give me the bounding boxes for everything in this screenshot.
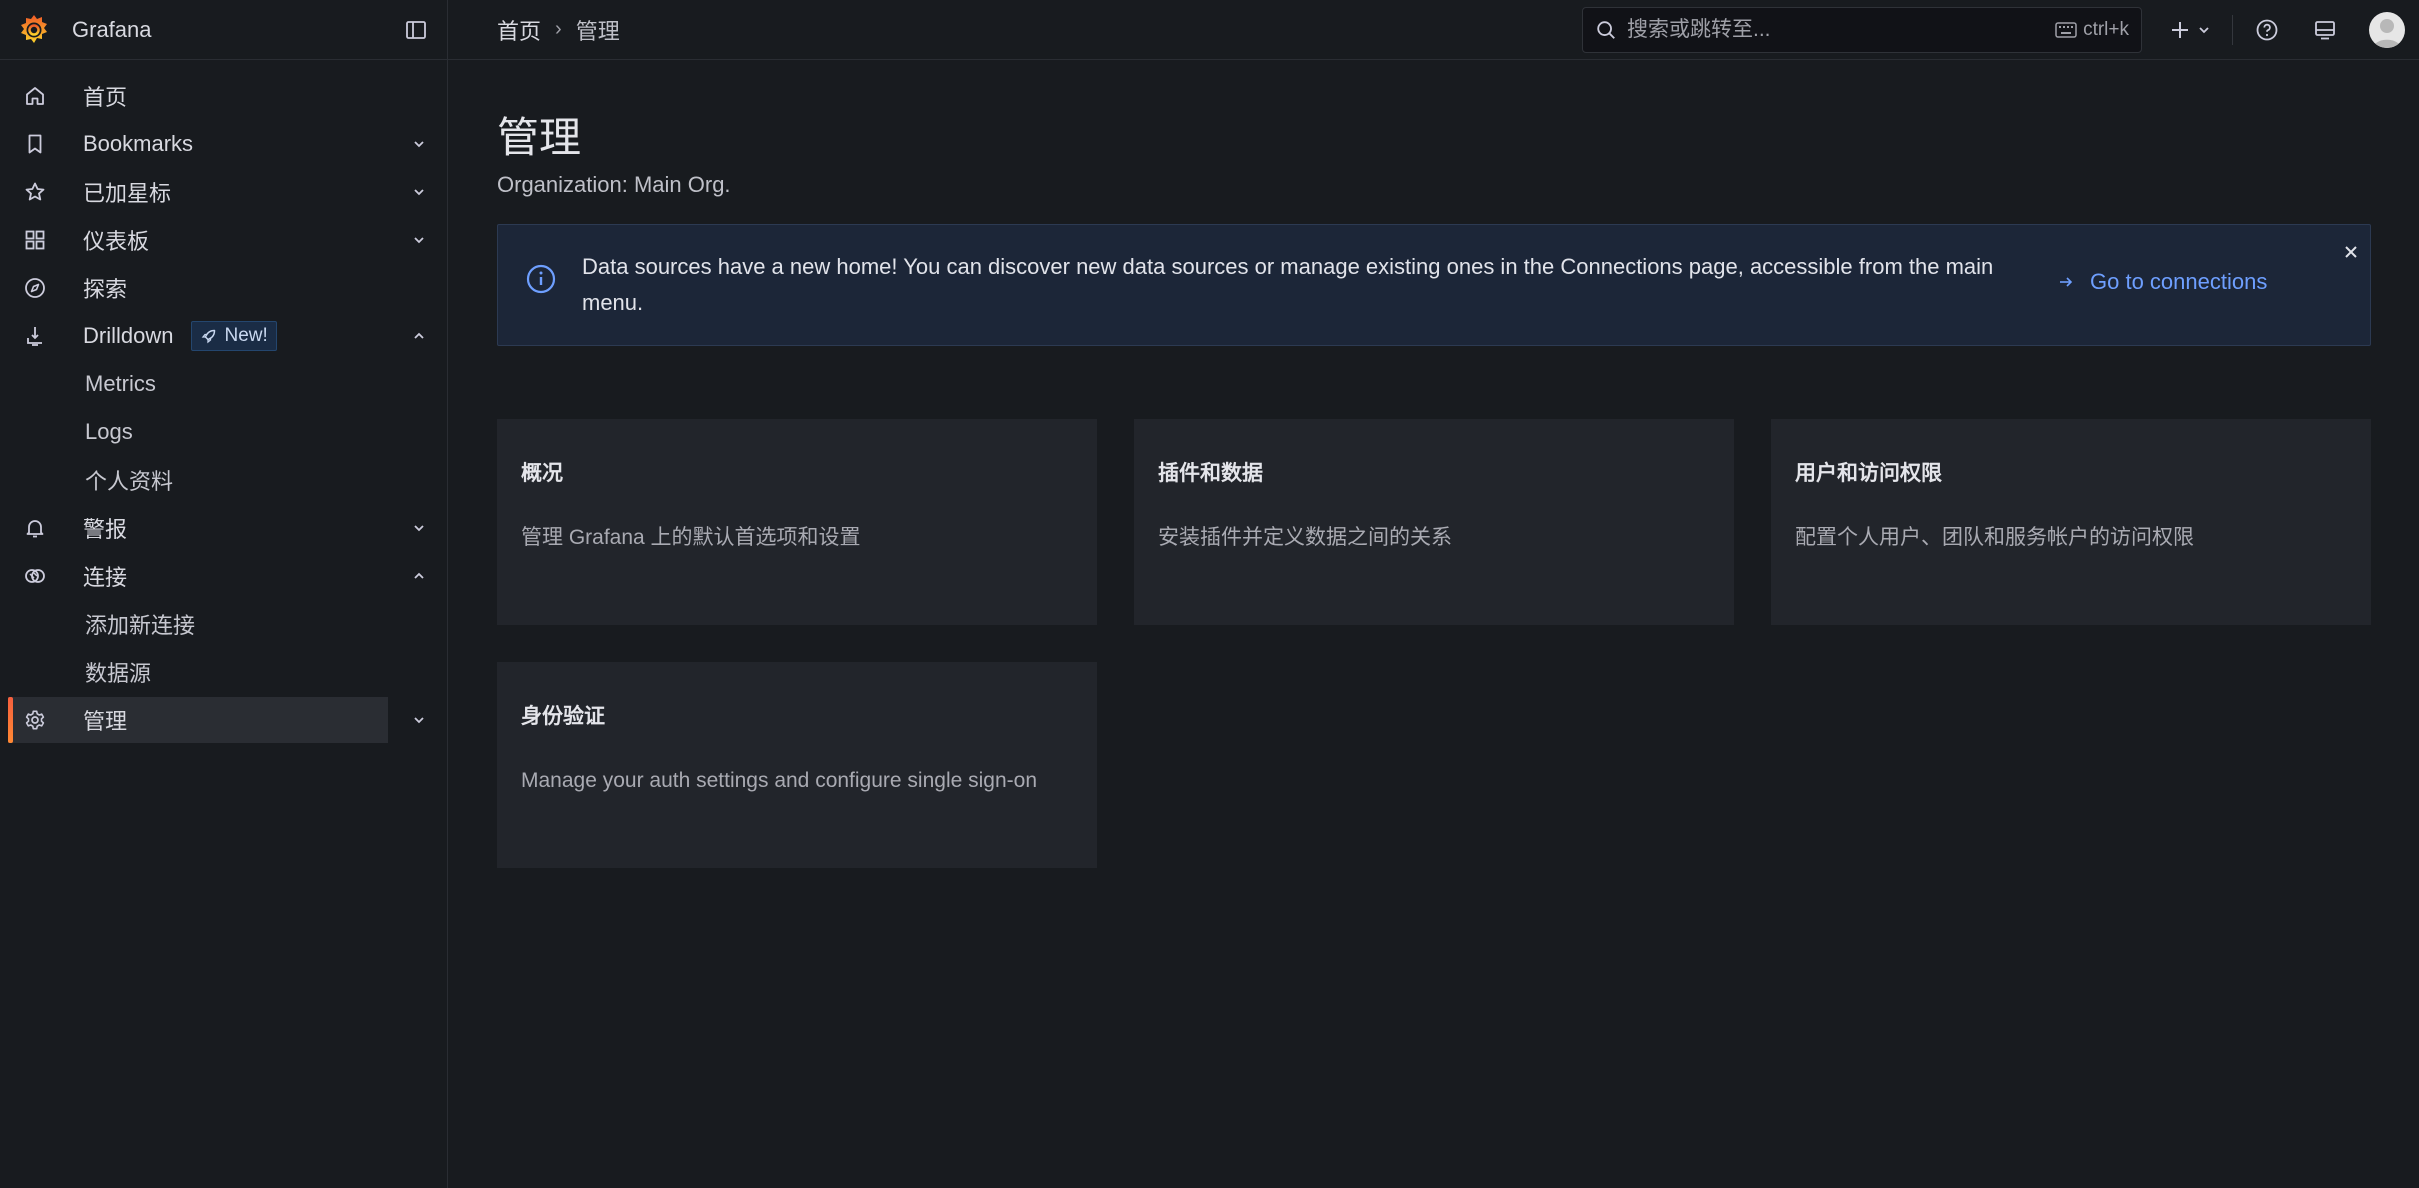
chevron-down-icon[interactable] (410, 519, 428, 537)
sidebar-item-label: 管理 (83, 709, 128, 734)
help-icon (2256, 19, 2278, 41)
user-icon (2373, 19, 2401, 48)
sidebar-item-explore[interactable]: 探索 (8, 265, 388, 311)
breadcrumb-home[interactable]: 首页 (497, 14, 541, 46)
sidebar-item-label: 首页 (83, 85, 128, 110)
sidebar-item-label: 添加新连接 (85, 613, 196, 638)
card-general[interactable]: 概况 管理 Grafana 上的默认首选项和设置 (497, 419, 1097, 625)
shortcut-text: ctrl+k (2083, 19, 2129, 40)
home-icon (22, 83, 48, 109)
rocket-icon (202, 329, 216, 344)
apps-icon (22, 227, 48, 253)
sidebar-item-logs[interactable]: Logs (8, 409, 388, 455)
user-avatar[interactable] (2369, 12, 2405, 48)
sidebar-item-label: 个人资料 (85, 469, 174, 494)
sidebar-item-label: 数据源 (85, 661, 152, 686)
top-bar: Grafana 首页 › 管理 ctrl+k (0, 0, 2419, 60)
chevron-up-icon[interactable] (410, 567, 428, 585)
chevron-down-icon (2199, 27, 2209, 34)
go-to-connections-label: Go to connections (2090, 269, 2268, 294)
new-badge: New! (191, 321, 277, 351)
card-title: 身份验证 (521, 705, 605, 728)
sidebar-item-data-sources[interactable]: 数据源 (8, 649, 388, 695)
top-actions (2162, 0, 2405, 60)
sidebar-item-drilldown[interactable]: Drilldown New! (8, 313, 424, 359)
connections-icon (22, 563, 48, 589)
card-users-and-access[interactable]: 用户和访问权限 配置个人用户、团队和服务帐户的访问权限 (1771, 419, 2371, 625)
sidebar-item-home[interactable]: 首页 (8, 73, 388, 119)
help-button[interactable] (2233, 18, 2301, 42)
card-description: 配置个人用户、团队和服务帐户的访问权限 (1795, 526, 2194, 549)
info-alert: Data sources have a new home! You can di… (497, 224, 2371, 346)
page-title: 管理 (497, 114, 582, 161)
breadcrumb-current: 管理 (575, 18, 620, 44)
sidebar-item-label: 连接 (83, 565, 128, 590)
sidebar-item-label: Bookmarks (83, 131, 194, 156)
kiosk-button[interactable] (2301, 18, 2349, 42)
breadcrumb: 首页 › 管理 (448, 14, 620, 46)
sidebar-item-alerting[interactable]: 警报 (8, 505, 424, 551)
sidebar-item-dashboards[interactable]: 仪表板 (8, 217, 424, 263)
brand-area: Grafana (0, 0, 448, 60)
sidebar-item-connections[interactable]: 连接 (8, 553, 424, 599)
star-icon (22, 179, 48, 205)
go-to-connections-link[interactable]: Go to connections (2058, 269, 2267, 295)
sidebar-item-label: 仪表板 (83, 229, 150, 254)
chevron-down-icon[interactable] (410, 183, 428, 201)
card-description: 管理 Grafana 上的默认首选项和设置 (521, 526, 861, 549)
sidebar-item-label: 探索 (83, 277, 128, 302)
sidebar-item-label: Logs (85, 419, 133, 444)
brand-name: Grafana (72, 16, 152, 42)
chevron-down-icon[interactable] (410, 135, 428, 153)
monitor-icon (2315, 21, 2335, 40)
sidebar-item-administration[interactable]: 管理 (8, 697, 424, 743)
card-description: Manage your auth settings and configure … (521, 769, 1037, 792)
bookmark-icon (22, 131, 48, 157)
page-subtitle: Organization: Main Org. (497, 172, 731, 197)
sidebar-item-metrics[interactable]: Metrics (8, 361, 388, 407)
badge-text: New! (224, 325, 268, 346)
search-icon (1597, 21, 1615, 39)
dock-menu-icon[interactable] (404, 18, 428, 42)
chevron-down-icon[interactable] (410, 231, 428, 249)
alert-message: Data sources have a new home! You can di… (582, 254, 1994, 315)
arrow-right-icon (2060, 277, 2073, 287)
breadcrumb-chevron-right-icon: › (555, 18, 562, 40)
chevron-up-icon[interactable] (410, 327, 428, 345)
sidebar: 首页 Bookmarks 已加星标 仪表板 探索 Drilldown New! … (0, 60, 448, 1188)
sidebar-item-bookmarks[interactable]: Bookmarks (8, 121, 424, 167)
card-title: 插件和数据 (1158, 462, 1263, 485)
info-circle-icon (526, 264, 556, 294)
sidebar-item-label: Drilldown (83, 323, 174, 348)
search-bar[interactable]: ctrl+k (1582, 7, 2142, 53)
card-title: 用户和访问权限 (1795, 462, 1942, 485)
sidebar-item-label: Metrics (85, 371, 156, 396)
close-icon[interactable] (2340, 241, 2362, 263)
chevron-down-icon[interactable] (410, 711, 428, 729)
keyboard-icon (2055, 22, 2077, 38)
sidebar-item-starred[interactable]: 已加星标 (8, 169, 424, 215)
compass-icon (22, 275, 48, 301)
drilldown-icon (22, 323, 48, 349)
new-menu-button[interactable] (2162, 19, 2218, 41)
card-plugins-and-data[interactable]: 插件和数据 安装插件并定义数据之间的关系 (1134, 419, 1734, 625)
sidebar-item-add-new-connection[interactable]: 添加新连接 (8, 601, 388, 647)
cog-icon (22, 707, 48, 733)
grafana-logo-icon[interactable] (16, 12, 52, 48)
card-description: 安装插件并定义数据之间的关系 (1158, 526, 1452, 549)
card-authentication[interactable]: 身份验证 Manage your auth settings and confi… (497, 662, 1097, 868)
card-title: 概况 (521, 462, 563, 485)
shortcut-hint: ctrl+k (2055, 19, 2129, 41)
plus-icon (2172, 22, 2188, 38)
bell-icon (22, 515, 48, 541)
sidebar-item-profiles[interactable]: 个人资料 (8, 457, 388, 503)
sidebar-item-label: 已加星标 (83, 181, 172, 206)
sidebar-item-label: 警报 (83, 517, 128, 542)
search-input[interactable] (1627, 18, 2056, 42)
